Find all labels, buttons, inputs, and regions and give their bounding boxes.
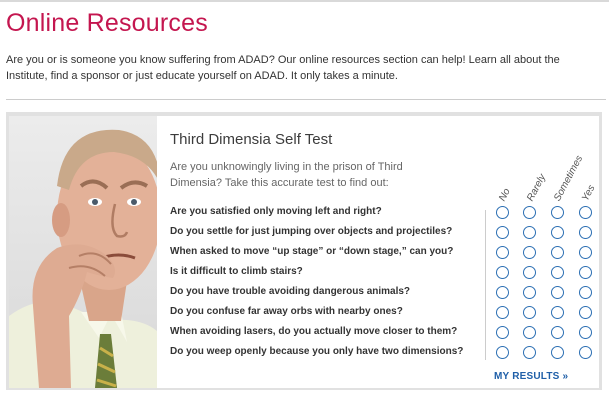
answers-divider [485, 210, 486, 360]
worried-man-photo [9, 116, 157, 388]
column-header-yes: Yes [580, 183, 598, 204]
test-title: Third Dimensia Self Test [170, 131, 333, 148]
question-6: Do you confuse far away orbs with nearby… [170, 306, 403, 317]
question-2: Do you settle for just jumping over obje… [170, 226, 453, 237]
top-rule [0, 0, 609, 2]
question-1: Are you satisfied only moving left and r… [170, 206, 382, 217]
self-test-panel-inner: Third Dimensia Self Test Are you unknowi… [9, 116, 599, 388]
radio-q2-sometimes[interactable] [551, 226, 564, 239]
radio-q3-no[interactable] [496, 246, 509, 259]
worried-man-photo-illustration [9, 129, 157, 388]
radio-q3-sometimes[interactable] [551, 246, 564, 259]
radio-q1-rarely[interactable] [523, 206, 536, 219]
radio-q4-no[interactable] [496, 266, 509, 279]
radio-q3-yes[interactable] [579, 246, 592, 259]
radio-q5-no[interactable] [496, 286, 509, 299]
radio-q8-yes[interactable] [579, 346, 592, 359]
radio-q5-yes[interactable] [579, 286, 592, 299]
radio-q4-rarely[interactable] [523, 266, 536, 279]
radio-q7-no[interactable] [496, 326, 509, 339]
radio-q2-yes[interactable] [579, 226, 592, 239]
question-4: Is it difficult to climb stairs? [170, 266, 303, 277]
radio-q2-rarely[interactable] [523, 226, 536, 239]
test-subtitle: Are you unknowingly living in the prison… [170, 161, 403, 189]
radio-q5-sometimes[interactable] [551, 286, 564, 299]
question-8: Do you weep openly because you only have… [170, 346, 464, 357]
radio-q6-yes[interactable] [579, 306, 592, 319]
radio-q1-yes[interactable] [579, 206, 592, 219]
radio-q2-no[interactable] [496, 226, 509, 239]
radio-q3-rarely[interactable] [523, 246, 536, 259]
radio-q1-sometimes[interactable] [551, 206, 564, 219]
radio-q6-sometimes[interactable] [551, 306, 564, 319]
radio-q4-sometimes[interactable] [551, 266, 564, 279]
radio-q5-rarely[interactable] [523, 286, 536, 299]
intro-text: Are you or is someone you know suffering… [6, 54, 560, 82]
radio-q6-rarely[interactable] [523, 306, 536, 319]
column-header-no: No [497, 186, 513, 204]
question-3: When asked to move “up stage” or “down s… [170, 246, 454, 257]
self-test-panel: Third Dimensia Self Test Are you unknowi… [6, 112, 602, 390]
question-7: When avoiding lasers, do you actually mo… [170, 326, 458, 337]
radio-q4-yes[interactable] [579, 266, 592, 279]
radio-q7-yes[interactable] [579, 326, 592, 339]
radio-q8-rarely[interactable] [523, 346, 536, 359]
radio-q8-no[interactable] [496, 346, 509, 359]
radio-q8-sometimes[interactable] [551, 346, 564, 359]
question-5: Do you have trouble avoiding dangerous a… [170, 286, 411, 297]
section-divider [6, 99, 606, 100]
my-results-link[interactable]: MY RESULTS » [494, 371, 568, 382]
radio-q6-no[interactable] [496, 306, 509, 319]
radio-q7-sometimes[interactable] [551, 326, 564, 339]
radio-q7-rarely[interactable] [523, 326, 536, 339]
radio-q1-no[interactable] [496, 206, 509, 219]
page-title: Online Resources [6, 9, 208, 37]
column-header-rarely: Rarely [525, 172, 549, 204]
